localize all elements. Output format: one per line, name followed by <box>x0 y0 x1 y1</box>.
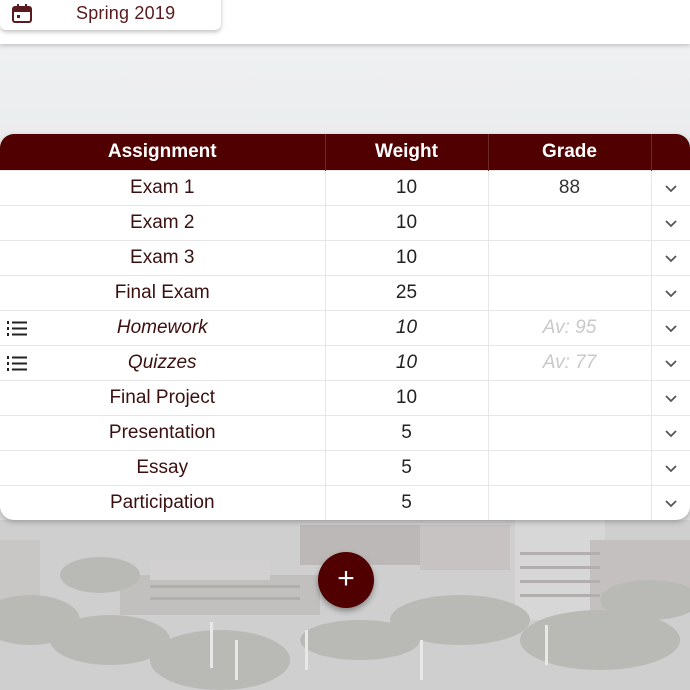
weight-cell[interactable]: 10 <box>325 205 489 241</box>
grade-cell[interactable] <box>488 275 652 311</box>
grade-cell[interactable] <box>488 240 652 276</box>
assignment-name-cell[interactable]: Exam 1 <box>0 170 326 206</box>
row-expand-button[interactable] <box>651 345 690 381</box>
table-row[interactable]: Quizzes 10 Av: 77 <box>0 345 690 381</box>
numbered-list-icon <box>7 321 27 336</box>
grade-value: 88 <box>558 177 581 198</box>
assignment-name-cell[interactable]: Final Project <box>0 380 326 416</box>
row-expand-button[interactable] <box>651 380 690 416</box>
grade-cell[interactable] <box>488 415 652 451</box>
row-expand-button[interactable] <box>651 485 690 520</box>
assignment-name: Final Exam <box>114 282 210 303</box>
calendar-icon <box>12 4 32 23</box>
add-assignment-button[interactable]: + <box>318 552 374 608</box>
row-expand-button[interactable] <box>651 170 690 206</box>
grade-cell[interactable] <box>488 380 652 416</box>
table-row[interactable]: Exam 1 10 88 <box>0 170 690 206</box>
row-expand-button[interactable] <box>651 275 690 311</box>
assignment-name: Exam 2 <box>130 212 195 233</box>
assignment-name: Exam 3 <box>130 247 195 268</box>
grade-cell[interactable] <box>488 205 652 241</box>
grade-cell[interactable] <box>488 485 652 520</box>
table-row[interactable]: Essay 5 <box>0 450 690 486</box>
semester-selector[interactable]: Spring 2019 <box>0 0 221 30</box>
table-row[interactable]: Final Project 10 <box>0 380 690 416</box>
chevron-down-icon <box>665 430 677 438</box>
assignment-name-cell[interactable]: Participation <box>0 485 326 520</box>
weight-cell[interactable]: 5 <box>325 485 489 520</box>
row-expand-button[interactable] <box>651 450 690 486</box>
chevron-down-icon <box>665 360 677 368</box>
header-actions <box>651 134 690 171</box>
weight-cell[interactable]: 10 <box>325 380 489 416</box>
assignment-name: Presentation <box>108 422 216 443</box>
assignment-name-cell[interactable]: Homework <box>0 310 326 346</box>
row-expand-button[interactable] <box>651 205 690 241</box>
grade-cell[interactable]: Av: 95 <box>488 310 652 346</box>
assignment-name: Homework <box>116 317 208 338</box>
grades-table: Assignment Weight Grade Exam 1 10 88 Exam 2… <box>0 134 690 520</box>
table-header-row: Assignment Weight Grade <box>0 134 690 171</box>
assignment-name-cell[interactable]: Exam 2 <box>0 205 326 241</box>
grade-value: Av: 77 <box>542 352 597 373</box>
header-assignment: Assignment <box>0 134 326 171</box>
chevron-down-icon <box>665 395 677 403</box>
assignment-name: Quizzes <box>127 352 197 373</box>
row-expand-button[interactable] <box>651 310 690 346</box>
table-row[interactable]: Exam 3 10 <box>0 240 690 276</box>
weight-cell[interactable]: 10 <box>325 170 489 206</box>
row-expand-button[interactable] <box>651 415 690 451</box>
assignment-name-cell[interactable]: Presentation <box>0 415 326 451</box>
weight-cell[interactable]: 10 <box>325 310 489 346</box>
weight-cell[interactable]: 10 <box>325 240 489 276</box>
grade-cell[interactable]: 88 <box>488 170 652 206</box>
chevron-down-icon <box>665 185 677 193</box>
weight-cell[interactable]: 10 <box>325 345 489 381</box>
grade-cell[interactable] <box>488 450 652 486</box>
weight-cell[interactable]: 5 <box>325 450 489 486</box>
table-row[interactable]: Final Exam 25 <box>0 275 690 311</box>
table-row[interactable]: Exam 2 10 <box>0 205 690 241</box>
assignment-name: Exam 1 <box>130 177 195 198</box>
table-row[interactable]: Homework 10 Av: 95 <box>0 310 690 346</box>
chevron-down-icon <box>665 220 677 228</box>
chevron-down-icon <box>665 500 677 508</box>
grade-cell[interactable]: Av: 77 <box>488 345 652 381</box>
weight-cell[interactable]: 25 <box>325 275 489 311</box>
chevron-down-icon <box>665 325 677 333</box>
assignment-name-cell[interactable]: Quizzes <box>0 345 326 381</box>
grades-table-card: Assignment Weight Grade Exam 1 10 88 Exam 2… <box>0 134 690 520</box>
numbered-list-icon <box>7 356 27 371</box>
chevron-down-icon <box>665 255 677 263</box>
table-row[interactable]: Participation 5 <box>0 485 690 520</box>
header-weight: Weight <box>325 134 489 171</box>
chevron-down-icon <box>665 465 677 473</box>
row-expand-button[interactable] <box>651 240 690 276</box>
grade-value: Av: 95 <box>542 317 597 338</box>
assignment-name-cell[interactable]: Final Exam <box>0 275 326 311</box>
table-row[interactable]: Presentation 5 <box>0 415 690 451</box>
assignment-name: Participation <box>109 492 215 513</box>
chevron-down-icon <box>665 290 677 298</box>
header-grade: Grade <box>488 134 652 171</box>
weight-cell[interactable]: 5 <box>325 415 489 451</box>
assignment-name-cell[interactable]: Essay <box>0 450 326 486</box>
assignment-name-cell[interactable]: Exam 3 <box>0 240 326 276</box>
semester-label: Spring 2019 <box>76 3 176 23</box>
assignment-name: Final Project <box>109 387 216 408</box>
top-app-bar: Spring 2019 <box>0 0 690 44</box>
assignment-name: Essay <box>136 457 189 478</box>
